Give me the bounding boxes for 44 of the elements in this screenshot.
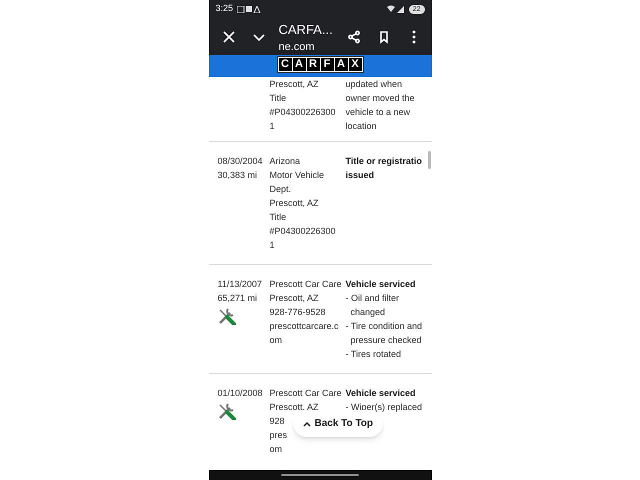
source-line: prescottcarcare.c [270,320,339,333]
source-line: 1 [270,120,275,133]
caret-up-icon [302,420,310,426]
odometer-reading: 65,271 mi [218,292,258,305]
source-line: Prescott, AZ [270,292,319,305]
source-line: om [270,334,282,347]
source-line: Dept. [270,183,292,196]
source-line: Title [270,211,286,224]
notification-icons [237,6,262,12]
page-url: ne.com [278,42,316,52]
signal-icons [386,5,405,13]
event-title: Title or registratio issued [346,155,422,182]
record-date: 01/10/2008 [218,387,264,400]
scrollbar [428,151,430,169]
source-line: 928 [270,415,285,428]
source-line: 1 [270,239,275,252]
source-line: 928-776-9528 [270,306,326,319]
source-line: pres [270,429,288,442]
event-detail: - Tire condition and pressure checked [346,320,422,347]
record-date: 08/30/2004 [218,155,264,168]
event-detail: updated when owner moved the vehicle to a new location [346,78,415,133]
event-title: Vehicle serviced [346,387,416,400]
event-detail: - Oil and filter changed [346,292,400,319]
more-icon [412,30,416,44]
page-title: CARFA... [278,22,333,36]
source-line: om [270,443,282,456]
source-line: #P04300226300 [270,106,336,119]
source-line: Arizona [270,155,300,168]
source-line: Prescott, AZ [270,78,319,91]
source-line: Title [270,92,286,105]
event-detail: - Tires rotated [346,348,402,361]
record-date: 11/13/2007 [218,278,263,291]
home-handle[interactable] [281,474,359,476]
event-title: Vehicle serviced [346,278,416,291]
source-line: #P04300226300 [270,225,336,238]
source-line: Prescott, AZ [270,197,319,210]
odometer-reading: 30,383 mi [218,169,258,182]
carfax-logo: C A R F A X [276,56,364,72]
share-icon [346,30,360,44]
source-line: Prescott Car Care [270,278,342,291]
source-line: Motor Vehicle [270,169,324,182]
source-line: Prescott Car Care [270,387,342,400]
close-icon [222,30,236,44]
status-time: 3:25 [216,2,234,16]
